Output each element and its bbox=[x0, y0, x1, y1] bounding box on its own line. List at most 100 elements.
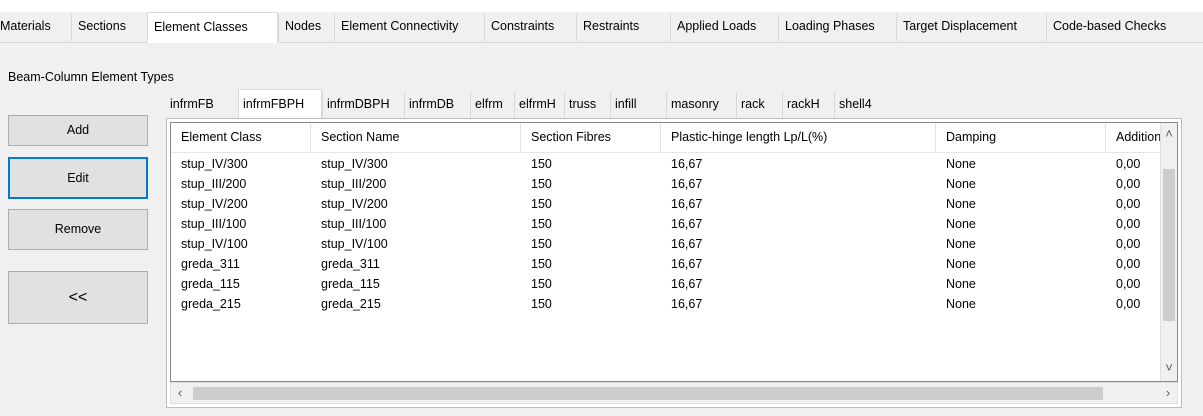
cell-element-class: stup_IV/100 bbox=[181, 237, 248, 251]
subtab-infrmdbph[interactable]: infrmDBPH bbox=[322, 92, 404, 118]
cell-plastic-hinge-length: 16,67 bbox=[671, 157, 703, 171]
tab-materials[interactable]: Materials bbox=[0, 14, 70, 41]
cell-section-fibres: 150 bbox=[531, 197, 552, 211]
cell-section-name: stup_III/100 bbox=[321, 217, 387, 231]
cell-plastic-hinge-length: 16,67 bbox=[671, 217, 703, 231]
cell-plastic-hinge-length: 16,67 bbox=[671, 297, 703, 311]
subtab-rack[interactable]: rack bbox=[736, 92, 782, 118]
subtab-infrmfb[interactable]: infrmFB bbox=[166, 92, 238, 118]
vertical-scrollbar[interactable]: ˄ ˅ bbox=[1160, 123, 1177, 381]
cell-plastic-hinge-length: 16,67 bbox=[671, 237, 703, 251]
cell-plastic-hinge-length: 16,67 bbox=[671, 177, 703, 191]
subtab-shell4[interactable]: shell4 bbox=[834, 92, 904, 118]
cell-element-class: stup_III/200 bbox=[181, 177, 247, 191]
horizontal-scrollbar[interactable]: ‹ › bbox=[170, 382, 1178, 404]
subtab-infrmfbph[interactable]: infrmFBPH bbox=[238, 89, 322, 119]
column-header-section-fibres[interactable]: Section Fibres bbox=[521, 123, 661, 152]
table-row[interactable]: greda_215 greda_215 150 16,67 None 0,00 bbox=[171, 294, 1177, 314]
tab-loading-phases[interactable]: Loading Phases bbox=[778, 14, 896, 41]
table-row[interactable]: stup_III/100 stup_III/100 150 16,67 None… bbox=[171, 214, 1177, 234]
element-class-table: Element Class Section Name Section Fibre… bbox=[170, 122, 1178, 382]
cell-section-name: stup_IV/200 bbox=[321, 197, 388, 211]
tab-nodes[interactable]: Nodes bbox=[278, 14, 334, 41]
edit-button[interactable]: Edit bbox=[8, 157, 148, 199]
table-row[interactable]: stup_III/200 stup_III/200 150 16,67 None… bbox=[171, 174, 1177, 194]
cell-additional: 0,00 bbox=[1116, 217, 1141, 231]
cell-additional: 0,00 bbox=[1116, 257, 1141, 271]
table-row[interactable]: stup_IV/300 stup_IV/300 150 16,67 None 0… bbox=[171, 154, 1177, 174]
cell-section-fibres: 150 bbox=[531, 157, 552, 171]
cell-section-fibres: 150 bbox=[531, 257, 552, 271]
cell-element-class: stup_IV/300 bbox=[181, 157, 248, 171]
cell-element-class: greda_215 bbox=[181, 297, 241, 311]
cell-damping: None bbox=[946, 197, 976, 211]
tab-restraints[interactable]: Restraints bbox=[576, 14, 670, 41]
subtab-infill[interactable]: infill bbox=[610, 92, 666, 118]
tab-element-connectivity[interactable]: Element Connectivity bbox=[334, 14, 484, 41]
cell-section-fibres: 150 bbox=[531, 217, 552, 231]
chevron-down-icon[interactable]: ˅ bbox=[1160, 359, 1177, 377]
cell-section-fibres: 150 bbox=[531, 237, 552, 251]
cell-element-class: greda_311 bbox=[181, 257, 240, 271]
subtab-infrmdb[interactable]: infrmDB bbox=[404, 92, 470, 118]
cell-damping: None bbox=[946, 177, 976, 191]
cell-section-fibres: 150 bbox=[531, 297, 552, 311]
cell-damping: None bbox=[946, 157, 976, 171]
add-button[interactable]: Add bbox=[8, 115, 148, 146]
cell-damping: None bbox=[946, 297, 976, 311]
horizontal-scroll-thumb[interactable] bbox=[193, 387, 1103, 400]
cell-additional: 0,00 bbox=[1116, 297, 1141, 311]
cell-plastic-hinge-length: 16,67 bbox=[671, 197, 703, 211]
cell-additional: 0,00 bbox=[1116, 277, 1141, 291]
subtab-rackh[interactable]: rackH bbox=[782, 92, 834, 118]
chevron-up-icon[interactable]: ˄ bbox=[1160, 125, 1177, 143]
cell-damping: None bbox=[946, 217, 976, 231]
cell-section-name: stup_III/200 bbox=[321, 177, 387, 191]
cell-section-name: greda_311 bbox=[321, 257, 380, 271]
cell-damping: None bbox=[946, 237, 976, 251]
subtab-elfrmh[interactable]: elfrmH bbox=[514, 92, 564, 118]
table-row[interactable]: stup_IV/200 stup_IV/200 150 16,67 None 0… bbox=[171, 194, 1177, 214]
cell-section-fibres: 150 bbox=[531, 177, 552, 191]
cell-element-class: stup_IV/200 bbox=[181, 197, 248, 211]
cell-section-name: greda_115 bbox=[321, 277, 380, 291]
chevron-left-icon[interactable]: ‹ bbox=[171, 384, 189, 402]
tab-element-classes[interactable]: Element Classes bbox=[147, 12, 278, 43]
cell-plastic-hinge-length: 16,67 bbox=[671, 257, 703, 271]
table-header: Element Class Section Name Section Fibre… bbox=[171, 123, 1177, 153]
tab-code-based-checks[interactable]: Code-based Checks bbox=[1046, 14, 1203, 41]
cell-section-name: stup_IV/100 bbox=[321, 237, 388, 251]
tab-sections[interactable]: Sections bbox=[71, 14, 147, 41]
tab-target-displacement[interactable]: Target Displacement bbox=[896, 14, 1046, 41]
subtab-truss[interactable]: truss bbox=[564, 92, 610, 118]
cell-section-name: stup_IV/300 bbox=[321, 157, 388, 171]
cell-section-fibres: 150 bbox=[531, 277, 552, 291]
cell-additional: 0,00 bbox=[1116, 197, 1141, 211]
remove-button[interactable]: Remove bbox=[8, 209, 148, 250]
subtab-elfrm[interactable]: elfrm bbox=[470, 92, 514, 118]
column-header-damping[interactable]: Damping bbox=[936, 123, 1106, 152]
vertical-scroll-thumb[interactable] bbox=[1163, 169, 1175, 321]
tab-page: Element Class Section Name Section Fibre… bbox=[166, 118, 1182, 408]
element-type-tab-bar: infrmFB infrmFBPH infrmDBPH infrmDB elfr… bbox=[166, 89, 1203, 119]
column-header-element-class[interactable]: Element Class bbox=[171, 123, 311, 152]
window-top-strip bbox=[0, 0, 1203, 12]
column-header-section-name[interactable]: Section Name bbox=[311, 123, 521, 152]
table-row[interactable]: stup_IV/100 stup_IV/100 150 16,67 None 0… bbox=[171, 234, 1177, 254]
main-tab-bar: Materials Sections Element Classes Nodes… bbox=[0, 12, 1203, 43]
cell-plastic-hinge-length: 16,67 bbox=[671, 277, 703, 291]
cell-damping: None bbox=[946, 277, 976, 291]
subtab-masonry[interactable]: masonry bbox=[666, 92, 736, 118]
table-row[interactable]: greda_115 greda_115 150 16,67 None 0,00 bbox=[171, 274, 1177, 294]
collapse-button[interactable]: << bbox=[8, 271, 148, 324]
group-label: Beam-Column Element Types bbox=[8, 70, 174, 84]
table-row[interactable]: greda_311 greda_311 150 16,67 None 0,00 bbox=[171, 254, 1177, 274]
cell-damping: None bbox=[946, 257, 976, 271]
tab-constraints[interactable]: Constraints bbox=[484, 14, 576, 41]
column-header-plastic-hinge-length[interactable]: Plastic-hinge length Lp/L(%) bbox=[661, 123, 936, 152]
column-header-additional[interactable]: Additiona bbox=[1106, 123, 1162, 152]
tab-applied-loads[interactable]: Applied Loads bbox=[670, 14, 778, 41]
cell-section-name: greda_215 bbox=[321, 297, 381, 311]
cell-additional: 0,00 bbox=[1116, 157, 1141, 171]
chevron-right-icon[interactable]: › bbox=[1159, 384, 1177, 402]
